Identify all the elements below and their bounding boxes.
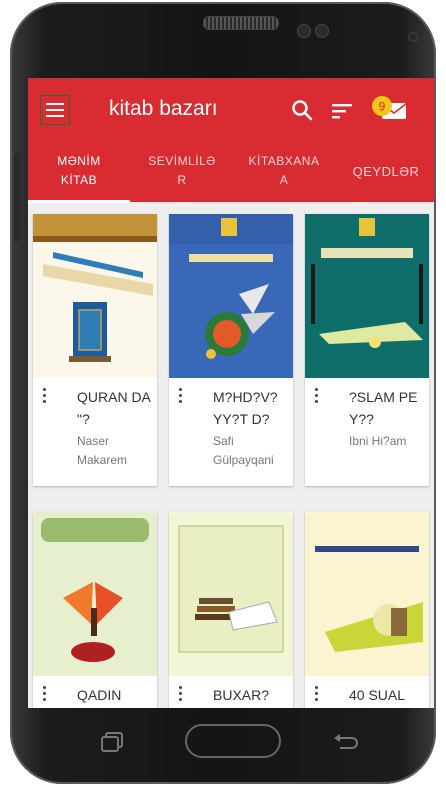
phone-side-button <box>14 152 20 242</box>
app-bar: kitab bazarı 9 <box>28 78 434 144</box>
phone-speaker <box>203 16 279 30</box>
book-card[interactable]: BUXAR? <box>169 512 293 708</box>
book-card[interactable]: 40 SUAL <box>305 512 429 708</box>
tab-label-line2: R <box>177 173 187 187</box>
book-author: Naser Makarem <box>77 434 128 467</box>
phone-sensor-right <box>408 32 418 42</box>
book-cover-image[interactable] <box>169 512 293 676</box>
more-options-icon[interactable] <box>179 686 185 706</box>
search-icon[interactable] <box>290 98 314 122</box>
tab-label-line1: MƏNİM <box>57 154 101 168</box>
sort-icon[interactable] <box>330 100 354 122</box>
tab-label-line1: SEVİMLİLƏ <box>148 154 216 168</box>
more-options-icon[interactable] <box>43 686 49 706</box>
tab-label-line2: A <box>279 173 289 187</box>
app-title: kitab bazarı <box>109 97 218 120</box>
book-title: BUXAR? <box>213 687 270 703</box>
tab-menim-kitab[interactable]: MƏNİM KİTAB <box>46 152 112 190</box>
book-title: 40 SUAL <box>349 687 406 703</box>
book-card[interactable]: ?SLAM PEY?? Ibni Hi?am <box>305 214 429 486</box>
tab-label-line1: QEYDLƏR <box>352 164 420 179</box>
book-card[interactable]: QURAN DA "? Naser Makarem <box>33 214 157 486</box>
more-options-icon[interactable] <box>315 686 321 706</box>
tab-label-line2: KİTAB <box>60 173 98 187</box>
app-screen: kitab bazarı 9 MƏNİM KİTAB SEVİMLİLƏ R K… <box>28 78 434 708</box>
book-cover-image[interactable] <box>305 214 429 378</box>
more-options-icon[interactable] <box>179 388 185 408</box>
book-cover-image[interactable] <box>169 214 293 378</box>
book-title: M?HD?V? YY?T D? <box>213 389 278 427</box>
book-title: ?SLAM PEY?? <box>349 389 418 427</box>
back-arrow-icon[interactable] <box>332 732 360 752</box>
book-cover-image[interactable] <box>33 214 157 378</box>
phone-nav-bar <box>28 708 434 758</box>
home-button[interactable] <box>185 724 281 758</box>
hamburger-menu-icon[interactable] <box>40 95 70 125</box>
book-cover-image[interactable] <box>33 512 157 676</box>
recent-apps-icon[interactable] <box>98 730 126 754</box>
book-cover-image[interactable] <box>305 512 429 676</box>
more-options-icon[interactable] <box>43 388 49 408</box>
tab-bar: MƏNİM KİTAB SEVİMLİLƏ R KİTABXANA A QEYD… <box>28 144 434 202</box>
book-card[interactable]: QADIN <box>33 512 157 708</box>
book-title: QURAN DA "? <box>77 389 151 427</box>
tab-qeydler[interactable]: QEYDLƏR <box>344 162 428 181</box>
phone-front-camera <box>315 24 329 38</box>
more-options-icon[interactable] <box>315 388 321 408</box>
tab-sevimliler[interactable]: SEVİMLİLƏ R <box>138 152 226 190</box>
book-author: Safi Gülpayqani <box>213 434 274 467</box>
tab-label-line1: KİTABXANA <box>248 154 320 168</box>
book-card[interactable]: M?HD?V? YY?T D? Safi Gülpayqani <box>169 214 293 486</box>
book-title: QADIN <box>77 687 122 703</box>
phone-sensor <box>297 24 311 38</box>
mail-notification-icon[interactable]: 9 <box>370 94 408 124</box>
tab-kitabxana[interactable]: KİTABXANA A <box>238 152 330 190</box>
active-tab-indicator <box>28 200 130 203</box>
book-author: Ibni Hi?am <box>349 434 407 448</box>
notification-count: 9 <box>379 100 386 114</box>
